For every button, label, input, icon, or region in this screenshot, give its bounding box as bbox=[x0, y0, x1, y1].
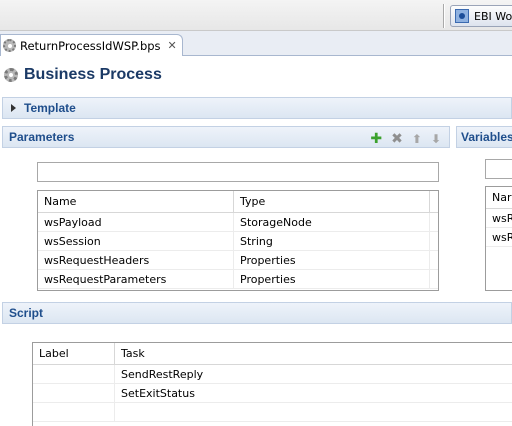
gear-icon bbox=[4, 68, 18, 82]
parameters-table: Name Type wsPayload StorageNode wsSessio… bbox=[37, 190, 439, 291]
toolbar-separator bbox=[443, 4, 445, 28]
param-type-cell: StorageNode bbox=[234, 213, 430, 231]
variables-section-title: Variables bbox=[461, 130, 512, 144]
column-header-task[interactable]: Task bbox=[115, 343, 512, 364]
variables-table-header: Nar bbox=[486, 187, 512, 209]
param-name-cell: wsRequestParameters bbox=[38, 270, 234, 288]
table-row[interactable]: wsR bbox=[486, 228, 512, 247]
expand-twisty-icon[interactable] bbox=[11, 104, 16, 112]
param-name-cell: wsSession bbox=[38, 232, 234, 250]
script-table-header: Label Task bbox=[33, 343, 512, 365]
arrow-down-icon[interactable]: ⬇ bbox=[431, 132, 441, 147]
param-type-cell: String bbox=[234, 232, 430, 250]
column-header-name[interactable]: Nar bbox=[486, 187, 512, 208]
arrow-up-icon[interactable]: ⬆ bbox=[412, 132, 422, 147]
table-row[interactable]: SetExitStatus bbox=[33, 384, 512, 403]
add-icon[interactable]: ✚ bbox=[370, 132, 382, 147]
delete-icon[interactable]: ✖ bbox=[391, 132, 403, 147]
table-row[interactable]: wsRequestHeaders Properties bbox=[38, 251, 438, 270]
parameters-section-header: Parameters ✚ ✖ ⬆ ⬇ bbox=[2, 126, 450, 148]
parameters-table-header: Name Type bbox=[38, 191, 438, 213]
variables-section-header: Variables bbox=[456, 126, 512, 148]
script-task-cell bbox=[115, 403, 512, 421]
gear-icon bbox=[3, 39, 16, 52]
script-table: Label Task SendRestReply SetExitStatus bbox=[32, 342, 512, 426]
editor-tab-label: ReturnProcessIdWSP.bps bbox=[20, 38, 161, 53]
script-label-cell bbox=[33, 403, 115, 421]
table-row[interactable]: wsPayload StorageNode bbox=[38, 213, 438, 232]
param-name-cell: wsPayload bbox=[38, 213, 234, 231]
column-header-filler bbox=[430, 191, 438, 212]
param-name-cell: wsRequestHeaders bbox=[38, 251, 234, 269]
editor-tab[interactable]: ReturnProcessIdWSP.bps ✕ bbox=[0, 34, 183, 56]
perspective-button[interactable]: EBI Wo bbox=[450, 5, 512, 27]
script-task-cell: SetExitStatus bbox=[121, 386, 195, 400]
table-row[interactable]: wsSession String bbox=[38, 232, 438, 251]
script-label-cell bbox=[33, 384, 115, 402]
parameters-section-title: Parameters bbox=[9, 130, 75, 144]
table-row[interactable] bbox=[33, 403, 512, 422]
variable-name-cell: wsR bbox=[492, 211, 512, 225]
variable-name-cell: wsR bbox=[492, 230, 512, 244]
parameters-toolbar: ✚ ✖ ⬆ ⬇ bbox=[370, 132, 441, 147]
variables-table: Nar wsR wsR bbox=[485, 186, 512, 291]
table-row[interactable]: SendRestReply bbox=[33, 365, 512, 384]
table-row[interactable]: wsRequestParameters Properties bbox=[38, 270, 438, 289]
column-header-name[interactable]: Name bbox=[38, 191, 234, 212]
close-icon[interactable]: ✕ bbox=[168, 39, 177, 52]
parameters-filter-input[interactable] bbox=[37, 162, 439, 182]
param-type-cell: Properties bbox=[234, 251, 430, 269]
perspective-icon bbox=[455, 9, 469, 23]
column-header-type[interactable]: Type bbox=[234, 191, 430, 212]
script-task-cell: SendRestReply bbox=[121, 367, 204, 381]
form-header: Business Process bbox=[4, 64, 162, 86]
variables-filter-input[interactable] bbox=[485, 159, 512, 179]
script-section-title: Script bbox=[9, 306, 44, 320]
template-section-header[interactable]: Template bbox=[2, 97, 512, 119]
page-title: Business Process bbox=[24, 66, 162, 83]
script-section-header: Script bbox=[2, 302, 512, 324]
editor-tab-bar: ReturnProcessIdWSP.bps ✕ bbox=[0, 31, 512, 56]
perspective-toolbar: EBI Wo bbox=[0, 0, 512, 31]
table-row[interactable]: wsR bbox=[486, 209, 512, 228]
column-header-label[interactable]: Label bbox=[33, 343, 115, 364]
perspective-label: EBI Wo bbox=[474, 9, 512, 23]
template-section-title: Template bbox=[24, 101, 76, 115]
script-label-cell bbox=[33, 365, 115, 383]
param-type-cell: Properties bbox=[234, 270, 430, 288]
